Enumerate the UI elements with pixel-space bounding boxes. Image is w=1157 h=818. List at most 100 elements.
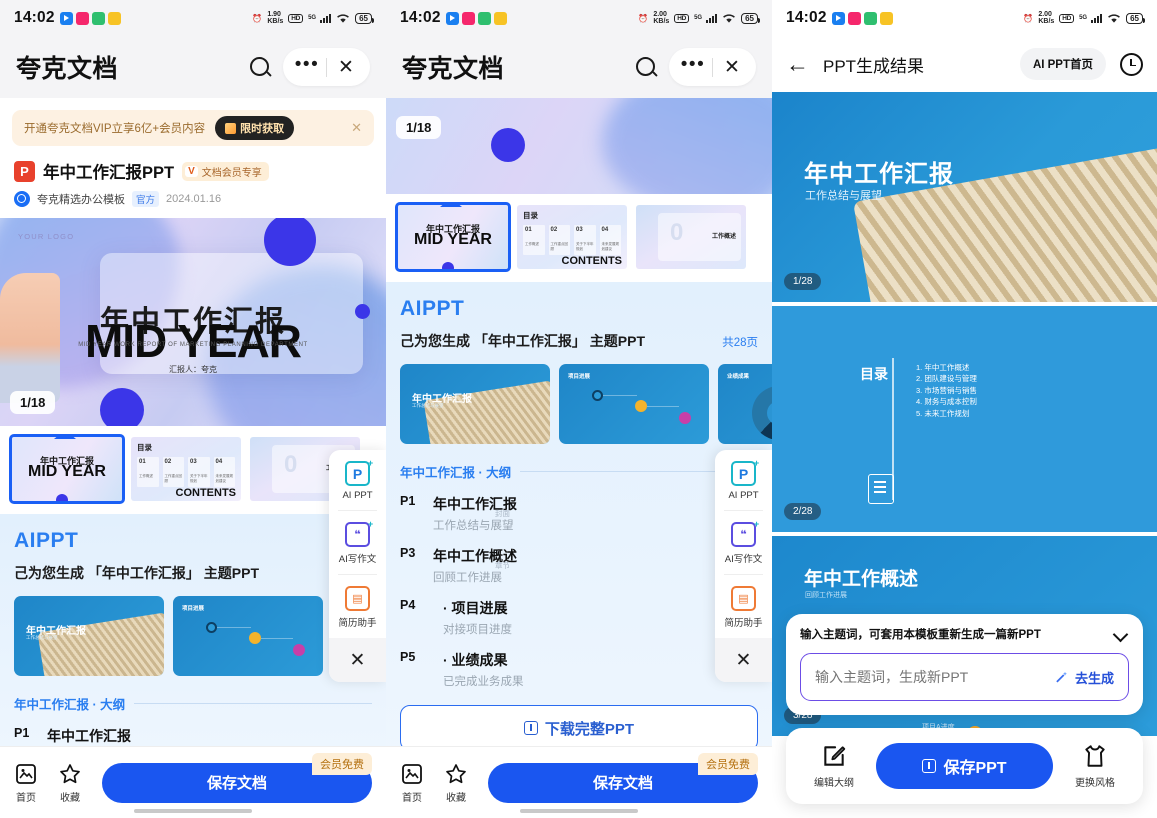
node-icon: [249, 632, 261, 644]
dock-item-label: AI写作文: [724, 554, 763, 565]
outline-item[interactable]: P5 · 业绩成果 已完成业务成果: [400, 650, 758, 689]
dock-close-button[interactable]: ✕: [715, 638, 772, 682]
thumb-col-label: 工作重点回顾: [164, 474, 183, 483]
close-button[interactable]: ✕: [327, 56, 365, 79]
thumbnail-contents[interactable]: 目录 01 工作概述 02 工作重点回顾 03 关于下半年规划 04 未来发展规划建议 …: [131, 437, 241, 501]
outline-item[interactable]: P4 · 项目进展 对接项目进度: [400, 598, 758, 637]
plus-icon: +: [367, 458, 373, 468]
ppt-slide-2[interactable]: 目录 1. 年中工作概述 2. 团队建设与管理 3. 市场营销与销售 4. 财务…: [772, 306, 1157, 532]
bottom-nav-favorite[interactable]: 收藏: [58, 762, 82, 804]
thumbnail-cover[interactable]: 年中工作汇报 MID YEAR: [395, 202, 511, 272]
download-icon: [922, 759, 937, 773]
wifi-icon: [1107, 13, 1121, 24]
dock-item-label: 简历助手: [724, 618, 763, 629]
dock-item-label: 简历助手: [338, 618, 377, 629]
generated-slide[interactable]: 年中工作汇报 工作总结与展望: [400, 364, 550, 444]
resume-assistant-icon: ▤: [731, 586, 756, 611]
bottom-nav-favorite-label: 收藏: [60, 792, 80, 804]
hd-icon: HD: [1059, 13, 1075, 23]
thumbnail-overview[interactable]: 0 工作概述: [636, 205, 746, 269]
chevron-down-icon[interactable]: [1113, 626, 1129, 642]
ai-writing-icon: ❝ +: [345, 519, 373, 547]
generated-slide[interactable]: 项目进展: [173, 596, 323, 676]
bottom-nav-favorite[interactable]: 收藏: [444, 762, 468, 804]
back-button[interactable]: ←: [786, 52, 809, 76]
thumb-col: 01 工作概述: [523, 225, 545, 255]
app-title: 夸克文档: [402, 55, 505, 83]
topic-input-wrapper[interactable]: 去生成: [800, 653, 1129, 701]
dock-close-button[interactable]: ✕: [329, 638, 386, 682]
outline-item[interactable]: P3 年中工作概述 回顾工作进展 章节: [400, 546, 758, 585]
more-menu-button[interactable]: •••: [288, 55, 326, 75]
generate-button[interactable]: 去生成: [1055, 668, 1114, 687]
thumb-contents-heading: 目录: [137, 443, 152, 452]
decor-dot-bottom: [100, 388, 144, 426]
slide-page-indicator: 1/28: [784, 273, 822, 290]
slide-preview-hero[interactable]: YOUR LOGO 年中工作汇报 MID YEAR MID YEAR WORK …: [0, 218, 386, 426]
floating-tool-dock[interactable]: P + AI PPT ❝ + AI写作文 ▤ 简历助手 ✕: [715, 450, 772, 682]
outline-item[interactable]: P1 年中工作汇报: [14, 726, 372, 746]
bottom-nav-home[interactable]: 首页: [400, 762, 424, 804]
status-time: 14:02: [400, 9, 441, 26]
dock-item-ai-writing[interactable]: ❝ + AI写作文: [715, 511, 772, 574]
outline-item[interactable]: P1 年中工作汇报 工作总结与展望 封面: [400, 494, 758, 533]
ppt-slide-1[interactable]: 年中工作汇报 工作总结与展望 1/28: [772, 92, 1157, 302]
slide-preview-partial[interactable]: 1/18: [386, 98, 772, 194]
vip-letter: V: [185, 165, 198, 177]
thumb-contents-heading: 目录: [523, 211, 538, 220]
dock-item-ai-ppt[interactable]: P + AI PPT: [715, 450, 772, 510]
toc-item: 5. 未来工作规划: [916, 408, 970, 418]
thumb-contents-word: CONTENTS: [175, 487, 237, 499]
floating-tool-dock[interactable]: P + AI PPT ❝ + AI写作文 ▤ 简历助手 ✕: [329, 450, 386, 682]
generated-slide[interactable]: 项目进展: [559, 364, 709, 444]
dock-item-resume[interactable]: ▤ 简历助手: [715, 575, 772, 638]
thumbnail-cover[interactable]: 年中工作汇报 MID YEAR: [9, 434, 125, 504]
dock-item-label: AI写作文: [338, 554, 377, 565]
outline-page-number: P3: [400, 546, 416, 560]
ai-ppt-home-button[interactable]: AI PPT首页: [1019, 48, 1106, 80]
search-icon[interactable]: [249, 56, 271, 78]
thumbnail-strip[interactable]: 年中工作汇报 MID YEAR 目录 01 工作概述 02 工作重点回顾 03 关于下…: [386, 194, 772, 282]
thumb-col-label: 工作概述: [139, 474, 153, 478]
aippt-description: 己为您生成 「年中工作汇报」 主题PPT: [400, 333, 646, 349]
toc-item: 1. 年中工作概述: [916, 363, 970, 372]
edit-outline-label: 编辑大纲: [814, 778, 854, 789]
app-header: 夸克文档 ••• ✕: [0, 36, 386, 98]
bottom-nav-favorite-label: 收藏: [446, 792, 466, 804]
dock-item-ai-writing[interactable]: ❝ + AI写作文: [329, 511, 386, 574]
vip-cta-button[interactable]: 限时获取: [215, 116, 295, 140]
vip-banner-close-icon[interactable]: ✕: [351, 120, 362, 136]
outline-item-title: · 项目进展: [443, 600, 508, 616]
header-actions: ••• ✕: [249, 48, 370, 86]
generated-slide[interactable]: 业绩成果: [718, 364, 772, 444]
status-bar-right: ⏰ 2.00 KB/s HD 5G 65: [1023, 11, 1145, 25]
slide-toc-list: 1. 年中工作概述 2. 团队建设与管理 3. 市场营销与销售 4. 财务与成本…: [906, 362, 977, 419]
topic-input[interactable]: [815, 669, 1055, 685]
more-menu-button[interactable]: •••: [674, 55, 712, 75]
aippt-slide-carousel[interactable]: 年中工作汇报 工作总结与展望 项目进展 业绩成果: [14, 596, 386, 676]
aippt-brand: AIPPT: [14, 529, 79, 552]
generated-slide[interactable]: 年中工作汇报 工作总结与展望: [14, 596, 164, 676]
thumbnail-contents[interactable]: 目录 01 工作概述 02 工作重点回顾 03 关于下半年规划 04 未来发展规划建议 …: [517, 205, 627, 269]
thumb-col-num: 03: [576, 227, 583, 233]
download-full-ppt-button[interactable]: 下载完整PPT: [400, 705, 758, 751]
bottom-nav-home[interactable]: 首页: [14, 762, 38, 804]
change-style-button[interactable]: 更换风格: [1063, 743, 1127, 789]
download-label: 下载完整PPT: [544, 720, 635, 738]
shirt-icon: [1085, 745, 1105, 767]
aippt-slide-carousel[interactable]: 年中工作汇报 工作总结与展望 项目进展 业绩成果: [400, 364, 772, 444]
thumb-col-label: 关于下半年规划: [190, 474, 208, 483]
dock-item-ai-ppt[interactable]: P + AI PPT: [329, 450, 386, 510]
search-icon[interactable]: [635, 56, 657, 78]
history-icon[interactable]: [1120, 52, 1143, 76]
home-indicator: [520, 809, 638, 813]
save-ppt-button[interactable]: 保存PPT: [876, 743, 1053, 789]
status-bar-left: 14:02: [400, 9, 507, 27]
edit-outline-button[interactable]: 编辑大纲: [802, 743, 866, 789]
close-button[interactable]: ✕: [713, 56, 751, 79]
status-bar: 14:02 ⏰ 2.00 KB/s HD 5G 65: [386, 0, 772, 36]
window-controls: ••• ✕: [283, 48, 370, 86]
dock-item-resume[interactable]: ▤ 简历助手: [329, 575, 386, 638]
powerpoint-icon: P: [14, 160, 35, 182]
vip-banner[interactable]: 开通夸克文档VIP立享6亿+会员内容 限时获取 ✕: [12, 110, 374, 146]
